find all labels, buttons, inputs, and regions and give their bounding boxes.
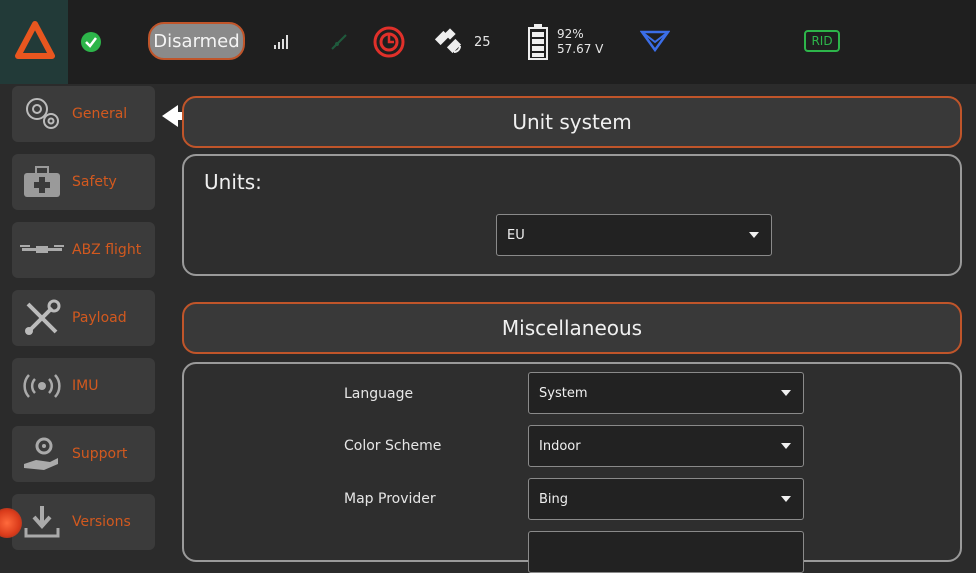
remote-id-label: RID [811, 34, 833, 48]
sidebar-item-general[interactable]: General [12, 86, 155, 142]
broadcast-icon [12, 358, 72, 414]
color-scheme-select[interactable]: Indoor [528, 425, 804, 467]
sidebar-item-payload[interactable]: Payload [12, 290, 155, 346]
map-provider-label: Map Provider [344, 491, 436, 507]
section-title: Unit system [512, 110, 632, 134]
map-provider-select-value: Bing [539, 491, 569, 507]
chevron-down-icon [749, 232, 759, 238]
sidebar-item-versions[interactable]: Versions [12, 494, 155, 550]
status-ok-icon[interactable] [80, 0, 102, 84]
language-select[interactable]: System [528, 372, 804, 414]
gears-icon [12, 86, 72, 142]
section-title: Miscellaneous [501, 316, 643, 340]
sidebar-item-label: Support [72, 446, 128, 462]
miscellaneous-panel: Language System Color Scheme Indoor Map … [182, 362, 962, 573]
color-scheme-select-value: Indoor [539, 438, 581, 454]
color-scheme-label: Color Scheme [344, 438, 442, 454]
sidebar-item-label: Payload [72, 310, 127, 326]
battery-percent: 92% [557, 27, 584, 41]
battery-voltage: 57.67 V [557, 42, 604, 56]
app-logo-icon [15, 21, 55, 59]
app-logo-button[interactable] [0, 0, 68, 84]
battery-icon[interactable] [528, 0, 548, 84]
arm-status-button[interactable]: Disarmed [148, 22, 245, 60]
map-provider-select[interactable]: Bing [528, 478, 804, 520]
navigation-status-icon[interactable] [640, 0, 670, 84]
units-label: Units: [204, 170, 262, 194]
remote-id-badge[interactable]: RID [804, 30, 840, 52]
sidebar-item-label: Versions [72, 514, 131, 530]
next-setting-select[interactable] [528, 531, 804, 573]
battery-readout: 92% 57.67 V [557, 0, 603, 84]
unit-system-header: Unit system [182, 96, 962, 148]
signal-strength-icon[interactable] [274, 0, 290, 84]
sidebar-item-support[interactable]: Support [12, 426, 155, 482]
settings-sidebar: General Safety ABZ flight Payload IMU Su… [0, 84, 162, 553]
first-aid-kit-icon [12, 154, 72, 210]
chevron-down-icon [781, 443, 791, 449]
units-select[interactable]: EU [496, 214, 772, 256]
sidebar-item-abz-flight[interactable]: ABZ flight [12, 222, 155, 278]
units-select-value: EU [507, 227, 525, 243]
arm-status-label: Disarmed [153, 30, 240, 52]
tools-icon [12, 290, 72, 346]
drone-icon [12, 222, 72, 278]
top-toolbar: Disarmed 25 92% 57.67 V RID [0, 0, 976, 84]
language-label: Language [344, 386, 414, 402]
sidebar-item-safety[interactable]: Safety [12, 154, 155, 210]
units-panel: Units: EU [182, 154, 962, 276]
sidebar-item-label: ABZ flight [72, 242, 142, 258]
link-quality-icon[interactable] [328, 0, 350, 84]
chevron-down-icon [781, 390, 791, 396]
satellite-icon[interactable] [432, 0, 468, 84]
miscellaneous-header: Miscellaneous [182, 302, 962, 354]
flight-timer-icon[interactable] [372, 0, 406, 84]
language-select-value: System [539, 385, 588, 401]
hand-gear-icon [12, 426, 72, 482]
sidebar-item-label: IMU [72, 378, 99, 394]
sidebar-item-imu[interactable]: IMU [12, 358, 155, 414]
satellite-count: 25 [474, 34, 491, 50]
sidebar-item-label: General [72, 106, 128, 122]
sidebar-item-label: Safety [72, 174, 117, 190]
chevron-down-icon [781, 496, 791, 502]
